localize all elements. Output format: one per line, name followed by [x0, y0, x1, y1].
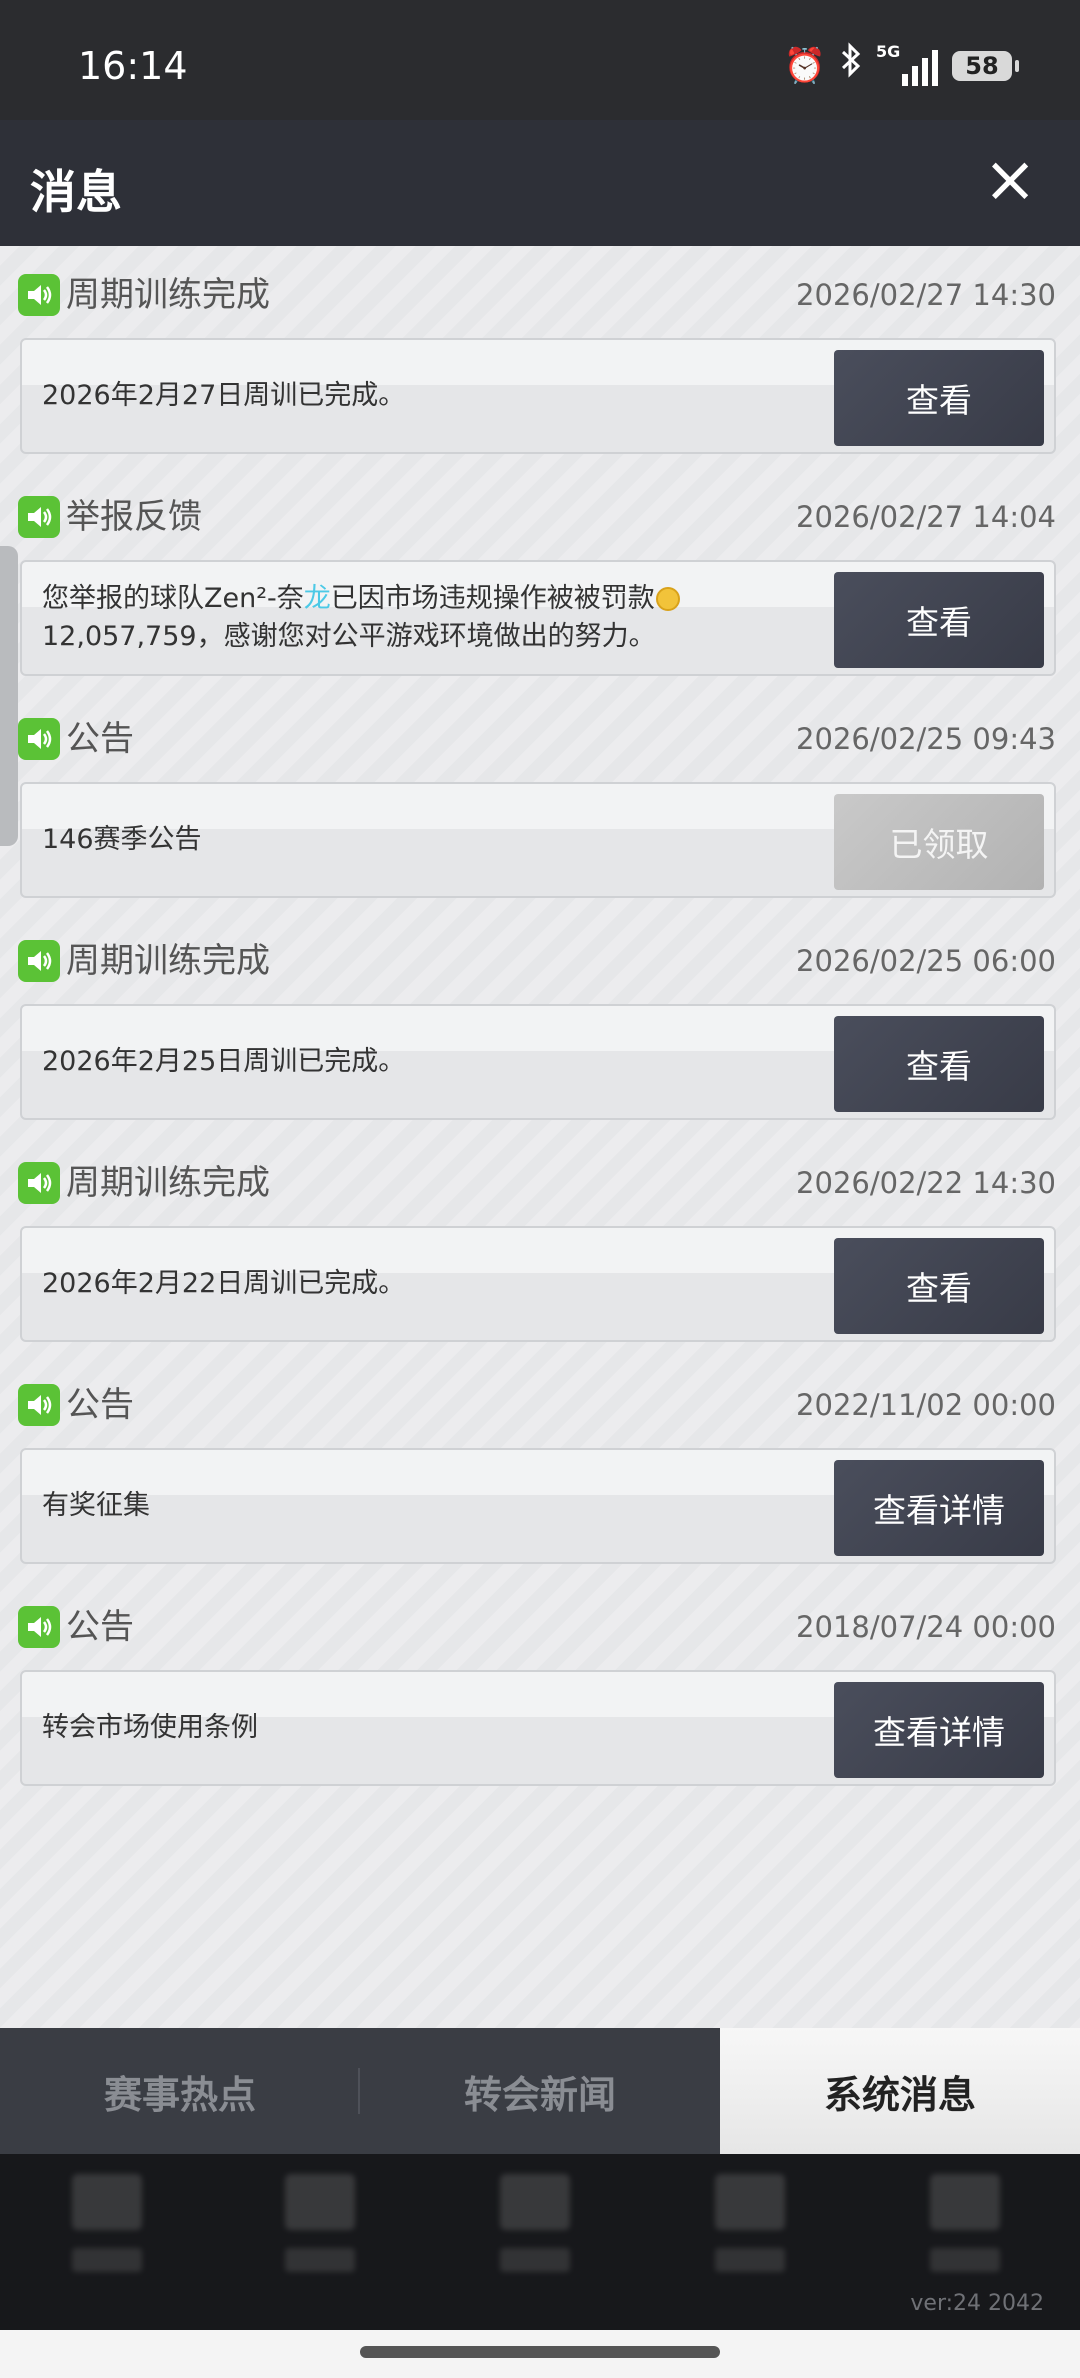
message-text: 您举报的球队Zen²-奈龙已因市场违规操作被被罚款 12,057,759，感谢您对… [42, 562, 822, 674]
status-time: 16:14 [78, 44, 188, 88]
message-text: 2026年2月25日周训已完成。 [42, 1046, 406, 1077]
view-button[interactable]: 查看 [834, 1016, 1044, 1112]
highlighted-name: 龙 [303, 583, 331, 614]
message-time: 2026/02/25 09:43 [796, 722, 1056, 756]
nav-item-blurred [715, 2174, 785, 2284]
message-category: 公告 [66, 1385, 134, 1425]
message-card: 2026年2月25日周训已完成。 查看 [20, 1004, 1056, 1120]
message-time: 2018/07/24 00:00 [796, 1610, 1056, 1644]
page-title: 消息 [30, 165, 122, 219]
battery-icon: 58 [952, 50, 1019, 81]
tab-match-highlights[interactable]: 赛事热点 [0, 2028, 360, 2154]
network-type: 5G [876, 41, 901, 61]
system-nav-area [0, 2330, 1080, 2378]
page-header: 消息 × [0, 120, 1080, 246]
view-details-button[interactable]: 查看详情 [834, 1460, 1044, 1556]
view-button[interactable]: 查看 [834, 350, 1044, 446]
tab-transfer-news[interactable]: 转会新闻 [360, 2028, 720, 2154]
message-time: 2026/02/27 14:04 [796, 500, 1056, 534]
message-time: 2026/02/25 06:00 [796, 944, 1056, 978]
message-text-part: 12,057,759，感谢您对公平游戏环境做出的努力。 [42, 621, 656, 652]
message-list[interactable]: 周期训练完成 2026/02/27 14:30 2026年2月27日周训已完成。… [0, 246, 1080, 2028]
message-text: 有奖征集 [42, 1490, 150, 1521]
speaker-icon [18, 1384, 60, 1426]
speaker-icon [18, 274, 60, 316]
status-icons: ⏰ 5G 58 [783, 42, 1019, 89]
view-details-button[interactable]: 查看详情 [834, 1682, 1044, 1778]
nav-item-blurred [285, 2174, 355, 2284]
bluetooth-icon [840, 42, 862, 89]
tab-label: 赛事热点 [103, 2072, 256, 2117]
message-category: 周期训练完成 [66, 1163, 270, 1203]
list-item: 公告 2026/02/25 09:43 146赛季公告 已领取 [0, 690, 1080, 912]
list-item: 周期训练完成 2026/02/27 14:30 2026年2月27日周训已完成。… [0, 246, 1080, 468]
alarm-icon: ⏰ [783, 45, 826, 86]
message-tabs: 赛事热点 转会新闻 系统消息 [0, 2028, 1080, 2154]
message-time: 2022/11/02 00:00 [796, 1388, 1056, 1422]
message-card: 2026年2月27日周训已完成。 查看 [20, 338, 1056, 454]
message-text: 2026年2月27日周训已完成。 [42, 380, 406, 411]
speaker-icon [18, 718, 60, 760]
coin-icon [655, 587, 680, 611]
message-card: 146赛季公告 已领取 [20, 782, 1056, 898]
message-text: 2026年2月22日周训已完成。 [42, 1268, 406, 1299]
list-item: 周期训练完成 2026/02/25 06:00 2026年2月25日周训已完成。… [0, 912, 1080, 1134]
speaker-icon [18, 940, 60, 982]
signal-icon: 5G [876, 42, 938, 86]
message-text: 转会市场使用条例 [42, 1712, 258, 1743]
list-item: 公告 2022/11/02 00:00 有奖征集 查看详情 [0, 1356, 1080, 1578]
status-bar: 16:14 ⏰ 5G 58 [0, 0, 1080, 120]
list-item: 举报反馈 2026/02/27 14:04 您举报的球队Zen²-奈龙已因市场违… [0, 468, 1080, 690]
message-category: 周期训练完成 [66, 941, 270, 981]
close-icon[interactable]: × [978, 148, 1042, 212]
message-category: 周期训练完成 [66, 275, 270, 315]
list-item: 公告 2018/07/24 00:00 转会市场使用条例 查看详情 [0, 1578, 1080, 1800]
battery-level: 58 [965, 51, 999, 80]
message-card: 转会市场使用条例 查看详情 [20, 1670, 1056, 1786]
speaker-icon [18, 1606, 60, 1648]
list-item: 周期训练完成 2026/02/22 14:30 2026年2月22日周训已完成。… [0, 1134, 1080, 1356]
message-category: 公告 [66, 1607, 134, 1647]
message-category: 公告 [66, 719, 134, 759]
message-card: 有奖征集 查看详情 [20, 1448, 1056, 1564]
message-text-part: 您举报的球队Zen²-奈 [42, 583, 304, 614]
tab-system-messages[interactable]: 系统消息 [720, 2028, 1080, 2154]
speaker-icon [18, 1162, 60, 1204]
message-card: 2026年2月22日周训已完成。 查看 [20, 1226, 1056, 1342]
version-label: ver:24 2042 [910, 2291, 1044, 2316]
tab-label: 转会新闻 [463, 2072, 616, 2117]
claimed-button[interactable]: 已领取 [834, 794, 1044, 890]
speaker-icon [18, 496, 60, 538]
message-time: 2026/02/27 14:30 [796, 278, 1056, 312]
message-category: 举报反馈 [66, 497, 202, 537]
message-text: 146赛季公告 [42, 824, 202, 855]
message-time: 2026/02/22 14:30 [796, 1166, 1056, 1200]
nav-item-blurred [72, 2174, 142, 2284]
nav-item-blurred [930, 2174, 1000, 2284]
view-button[interactable]: 查看 [834, 572, 1044, 668]
bottom-nav-blurred: ver:24 2042 [0, 2154, 1080, 2330]
view-button[interactable]: 查看 [834, 1238, 1044, 1334]
message-text-part: 已因市场违规操作被被罚款 [330, 583, 655, 614]
home-indicator[interactable] [360, 2346, 720, 2358]
nav-item-blurred [500, 2174, 570, 2284]
message-card: 您举报的球队Zen²-奈龙已因市场违规操作被被罚款 12,057,759，感谢您对… [20, 560, 1056, 676]
tab-label: 系统消息 [823, 2072, 976, 2117]
